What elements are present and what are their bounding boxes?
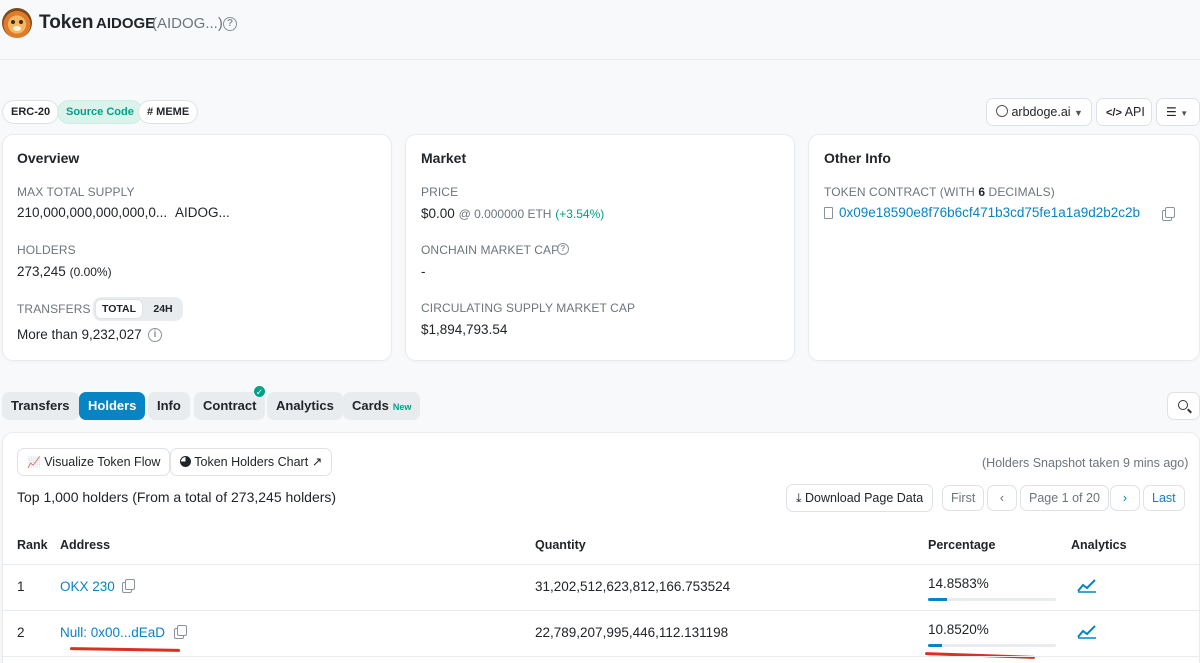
column-quantity: Quantity [535,538,586,552]
download-icon: ⤓ [796,491,802,505]
meme-tag[interactable]: # MEME [138,100,199,124]
erc20-tag[interactable]: ERC-20 [2,100,60,124]
pager-status: Page 1 of 20 [1020,485,1109,511]
chevron-down-icon: ▼ [1074,108,1083,118]
divider [2,564,1200,565]
snapshot-note: (Holders Snapshot taken 9 mins ago) [982,456,1189,470]
pager-prev[interactable]: ‹ [987,485,1017,511]
contract-address-link[interactable]: 0x09e18590e8f76b6cf471b3cd75fe1a1a9d2b2c… [839,205,1140,220]
copy-icon[interactable] [122,579,135,593]
chart-icon: 📈 [27,457,41,469]
price-value: $0.00 @ 0.000000 ETH (+3.54%) [421,206,605,221]
source-code-tag[interactable]: Source Code [57,100,143,124]
column-address: Address [60,538,111,552]
holders-summary: Top 1,000 holders (From a total of 273,2… [17,489,337,505]
token-holders-chart-button[interactable]: Token Holders Chart ↗ [170,448,333,476]
column-rank: Rank [17,538,48,552]
overview-title: Overview [17,150,80,166]
tab-cards[interactable]: Cards New [343,392,421,420]
help-icon[interactable]: ? [223,17,237,31]
more-options-button[interactable]: ☰ ▼ [1156,98,1200,126]
document-icon [824,207,833,219]
row2-quantity: 22,789,207,995,446,112.131198 [535,625,729,640]
chevron-down-icon: ▼ [1180,109,1189,118]
info-icon[interactable]: i [148,328,162,342]
contract-label: TOKEN CONTRACT (WITH 6 DECIMALS) [824,185,1055,199]
visualize-token-flow-button[interactable]: 📈 Visualize Token Flow [17,448,171,476]
circulating-cap-value: $1,894,793.54 [421,322,508,337]
onchain-cap-label: ONCHAIN MARKET CAP [421,243,560,257]
price-label: PRICE [421,185,459,199]
row1-quantity: 31,202,512,623,812,166.753524 [535,579,731,594]
website-button[interactable]: arbdoge.ai ▼ [986,98,1092,126]
market-title: Market [421,150,467,166]
column-percentage: Percentage [928,538,996,552]
holders-value: 273,245 (0.00%) [17,264,112,279]
row2-percentage-bar [928,644,1056,647]
search-button[interactable] [1167,392,1200,420]
tab-analytics[interactable]: Analytics [267,392,343,420]
pager-last[interactable]: Last [1143,485,1185,511]
copy-icon[interactable] [1162,207,1175,221]
other-info-card [808,134,1200,361]
code-icon: </> [1106,107,1122,119]
token-symbol: (AIDOG...) [152,15,223,32]
row1-address-link[interactable]: OKX 230 [60,579,115,594]
row2-rank: 2 [17,625,25,640]
row1-percentage-bar [928,598,1056,601]
row1-percentage: 14.8583% [928,576,989,591]
divider [2,610,1200,611]
max-supply-label: MAX TOTAL SUPPLY [17,185,135,199]
chevron-right-icon: › [1122,491,1128,505]
api-button[interactable]: </> API [1096,98,1152,126]
new-badge: New [392,402,412,412]
transfers-label: TRANSFERS [17,302,91,316]
column-analytics: Analytics [1071,538,1127,552]
token-logo [2,8,32,38]
tab-info[interactable]: Info [148,392,190,420]
max-supply-value: 210,000,000,000,000,0... [17,205,168,220]
toggle-24h[interactable]: 24H [145,299,181,319]
tab-transfers[interactable]: Transfers [2,392,79,420]
transfers-value: More than 9,232,027 [17,327,142,342]
other-info-title: Other Info [824,150,891,166]
row2-address-link[interactable]: Null: 0x00...dEaD [60,625,165,640]
token-name: AIDOGE [96,15,156,32]
download-page-data-button[interactable]: ⤓ Download Page Data [786,484,934,512]
row2-percentage: 10.8520% [928,622,989,637]
divider [2,656,1200,657]
page-title: Token [39,12,94,33]
copy-icon[interactable] [174,625,187,639]
circulating-cap-label: CIRCULATING SUPPLY MARKET CAP [421,301,636,315]
pager-next[interactable]: › [1110,485,1140,511]
verified-check-icon: ✓ [253,385,266,398]
row1-rank: 1 [17,579,25,594]
max-supply-symbol: AIDOG... [175,205,230,220]
onchain-cap-value: - [421,264,426,279]
row2-analytics-icon[interactable] [1077,623,1097,642]
list-icon: ☰ [1166,105,1177,119]
external-link-icon: ↗ [311,455,323,469]
pager-first[interactable]: First [942,485,985,511]
help-icon[interactable]: ? [557,243,569,255]
row1-analytics-icon[interactable] [1077,577,1097,596]
globe-icon [996,105,1008,117]
tab-holders[interactable]: Holders [79,392,146,420]
chevron-left-icon: ‹ [999,491,1005,505]
holders-label: HOLDERS [17,243,76,257]
toggle-total[interactable]: TOTAL [95,299,143,319]
pie-chart-icon [180,456,191,467]
transfers-toggle: TOTAL 24H [93,297,183,321]
